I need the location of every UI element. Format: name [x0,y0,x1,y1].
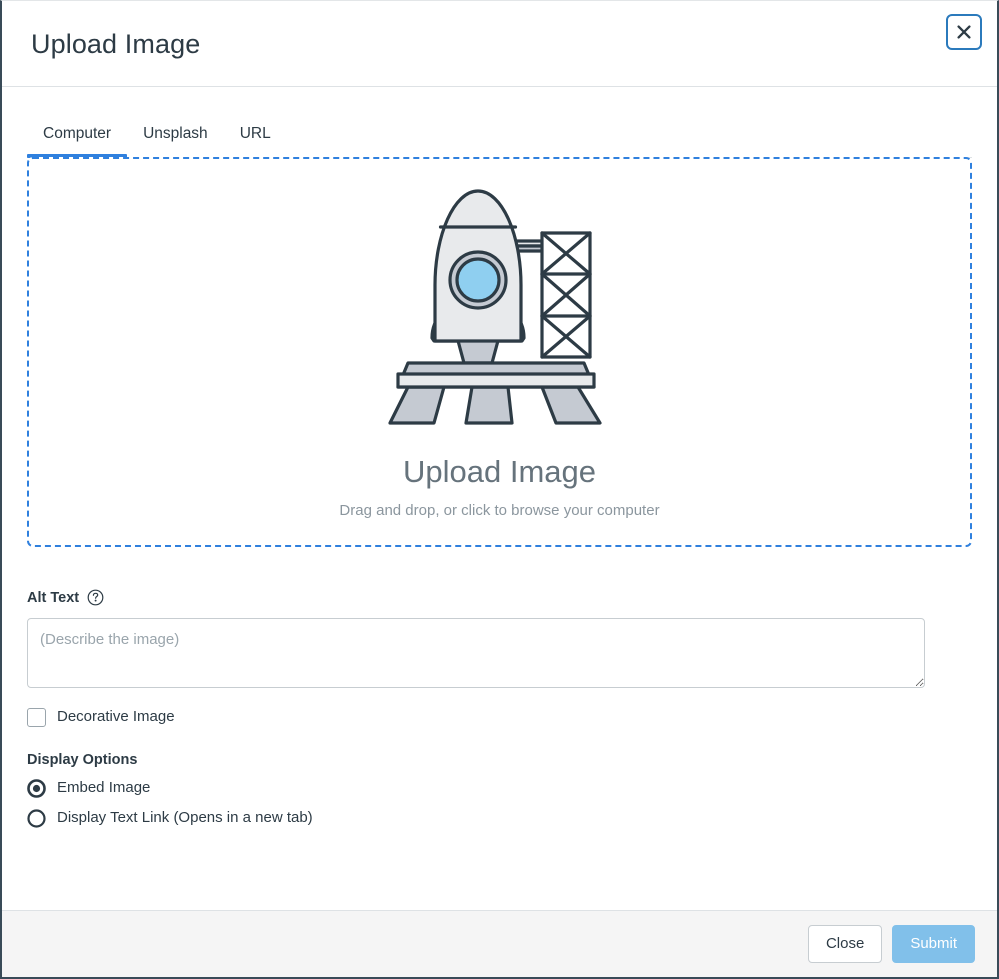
dropzone-title: Upload Image [402,454,596,489]
decorative-image-label: Decorative Image [57,708,175,725]
alt-text-label-row: Alt Text [27,589,972,606]
display-options-label: Display Options [27,752,138,768]
decorative-image-checkbox[interactable]: Decorative Image [27,707,175,727]
radio-display-text-link-label: Display Text Link (Opens in a new tab) [57,809,313,826]
alt-text-label: Alt Text [27,589,80,606]
dialog-footer: Close Submit [2,910,997,977]
radio-embed-image[interactable]: Embed Image [27,778,150,798]
submit-button[interactable]: Submit [892,925,975,963]
dialog-header: Upload Image [2,1,997,87]
page-title: Upload Image [31,29,201,59]
dialog-body: Upload Image Drag and drop, or click to … [2,157,997,910]
tabs-container: Computer Unsplash URL [2,87,997,158]
rocket-on-launchpad-illustration [387,189,602,425]
radio-selected-icon [27,778,46,798]
alt-text-input[interactable] [27,618,925,688]
tab-unsplash[interactable]: Unsplash [127,124,224,157]
radio-embed-image-label: Embed Image [57,779,151,796]
file-dropzone[interactable]: Upload Image Drag and drop, or click to … [27,157,972,547]
radio-unselected-icon [27,808,46,828]
tablist: Computer Unsplash URL [27,87,972,158]
tab-url[interactable]: URL [224,124,287,157]
help-circle-icon[interactable] [87,589,104,606]
radio-display-text-link[interactable]: Display Text Link (Opens in a new tab) [27,808,313,828]
upload-image-dialog: Upload Image Computer Unsplash URL Uploa… [0,0,999,979]
close-icon [957,25,971,39]
dropzone-subtitle: Drag and drop, or click to browse your c… [339,502,660,519]
close-button[interactable] [946,14,982,50]
checkbox-box-icon [27,707,46,727]
close-footer-button[interactable]: Close [807,925,883,963]
tab-computer[interactable]: Computer [27,124,128,158]
